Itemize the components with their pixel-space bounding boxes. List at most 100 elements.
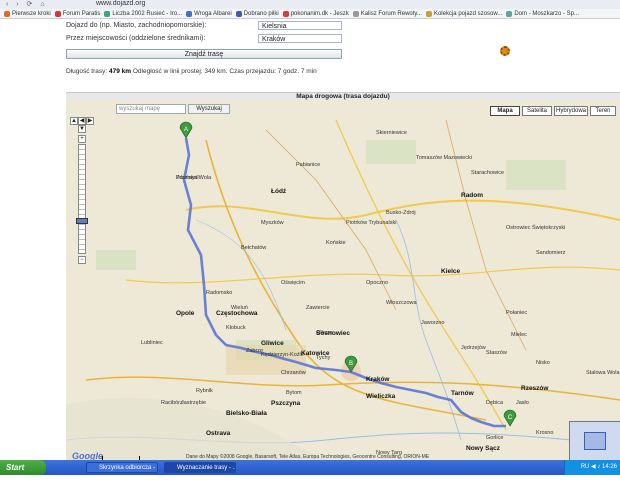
town-label: Przemyśl (176, 175, 199, 181)
town-label: Oświęcim (281, 280, 305, 286)
town-label: Jasło (516, 400, 529, 406)
gear-icon (500, 46, 510, 56)
start-button[interactable]: Start (0, 460, 46, 475)
city-label: Kielce (441, 268, 461, 275)
town-label: Zabrze (246, 348, 264, 354)
town-label: Stalowa Wola (586, 370, 620, 376)
via-field[interactable]: Kraków (258, 34, 342, 43)
zoom-slider[interactable] (78, 144, 86, 254)
town-label: Radomsko (206, 290, 233, 296)
town-label: Dębica (486, 400, 504, 406)
route-summary: Długość trasy: 479 km Odległość w linii … (66, 68, 317, 75)
town-label: Chrzanów (281, 370, 306, 376)
bookmark-icon (352, 10, 359, 17)
city-label: Tarnów (451, 390, 474, 397)
bookmark-item[interactable]: Pierwsze kroki (4, 9, 51, 18)
browser-nav-buttons[interactable]: ‹ › ⟳ ⌂ (6, 0, 48, 8)
minimap-viewport[interactable] (584, 432, 606, 450)
city-label: Rzeszów (521, 385, 549, 392)
bookmark-icon (186, 10, 193, 17)
town-label: Nisko (536, 360, 550, 366)
destination-field[interactable]: Kielsnia (258, 21, 342, 30)
town-label: Mielec (511, 332, 527, 338)
taskbar-item-route[interactable]: Wyznaczanie trasy - ... (164, 462, 236, 473)
town-label: Olkusz (316, 330, 333, 336)
town-label: Busko-Zdrój (386, 210, 416, 216)
bookmark-label: pokonanim.dk - Jeszk (290, 10, 349, 17)
map-type-3[interactable]: Teren (590, 106, 616, 116)
bookmark-item[interactable]: Forum Paratis (54, 9, 101, 18)
bookmark-icon (425, 10, 432, 17)
bookmark-item[interactable]: Kalisz Forum Rewoty... (352, 9, 422, 18)
bookmark-label: Pierwsze kroki (12, 10, 51, 17)
town-label: Połaniec (506, 310, 528, 316)
bookmark-label: Dobrano pilki (243, 10, 279, 17)
pan-up-icon[interactable]: ▲ (70, 117, 78, 125)
bookmark-label: Liczba 2002 Rusieć - Iro... (112, 10, 183, 17)
bookmark-label: Dom - Moszkarzo - Sp... (514, 10, 580, 17)
map-type-0[interactable]: Mapa (490, 106, 520, 116)
bookmark-icon (282, 10, 289, 17)
town-label: Kędzierzyn-Koźle (261, 352, 304, 358)
town-label: Lubliniec (141, 340, 163, 346)
bookmark-label: Forum Paratis (62, 10, 101, 17)
town-label: Kłobuck (226, 325, 246, 331)
town-label: Jastrzębie (181, 400, 207, 406)
bottom-padding (0, 475, 620, 495)
town-label: Zawiercie (306, 305, 330, 311)
find-route-button[interactable]: Znajdź trasę (66, 49, 342, 59)
map-type-1[interactable]: Satelita (522, 106, 552, 116)
town-label: Rybnik (196, 388, 213, 394)
city-label: Opole (176, 310, 195, 317)
town-label: Racibórz (161, 400, 183, 406)
town-label: Włoszczowa (386, 300, 417, 306)
svg-text:A: A (184, 127, 188, 133)
town-label: Jaworzno (421, 320, 445, 326)
map-search-input[interactable]: wyszukaj mapę (116, 104, 186, 114)
zoom-in-icon[interactable]: + (78, 135, 86, 143)
map-type-2[interactable]: Hybrydowa (554, 106, 588, 116)
pan-down-icon[interactable]: ▼ (78, 125, 86, 133)
bookmark-item[interactable]: Liczba 2002 Rusieć - Iro... (104, 9, 182, 18)
system-tray: RU ◀ ♪ 14:26 (564, 460, 620, 475)
bookmark-label: Wroga Albarei (194, 10, 232, 17)
bookmark-item[interactable]: Wroga Albarei (186, 9, 232, 18)
bookmark-label: Kolekcja pojazd szosow... (433, 10, 503, 17)
taskbar-item-mail[interactable]: Skrzynka odbiorcza - ... (86, 462, 158, 473)
city-label: Ostrava (206, 430, 231, 437)
town-label: Pabianice (296, 162, 321, 168)
summary-details: Odległość w linii prostej: 349 km. Czas … (132, 68, 317, 75)
map-search-button[interactable]: Wyszukaj (188, 104, 230, 114)
town-label: Jędrzejów (461, 345, 486, 351)
pan-right-icon[interactable]: ▶ (86, 117, 94, 125)
town-label: Opoczno (366, 280, 389, 286)
city-label: Kraków (366, 376, 390, 383)
town-label: Piotrków Trybunalski (346, 220, 397, 226)
bookmark-item[interactable]: pokonanim.dk - Jeszk (282, 9, 349, 18)
town-label: Myszków (261, 220, 284, 226)
pan-left-icon[interactable]: ◀ (78, 117, 86, 125)
zoom-out-icon[interactable]: − (78, 256, 86, 264)
bookmark-item[interactable]: Dom - Moszkarzo - Sp... (506, 9, 579, 18)
route-map[interactable]: A B C Łódź Radom Kielce Częstochowa Katowice… (66, 100, 620, 466)
bookmark-item[interactable]: Kolekcja pojazd szosow... (425, 9, 503, 18)
zoom-slider-thumb[interactable] (76, 218, 88, 224)
bookmarks-bar: Pierwsze kroki Forum Paratis Liczba 2002 R… (0, 9, 620, 19)
bookmark-icon (235, 10, 242, 17)
town-label: Bytom (286, 390, 302, 396)
via-label: Przez miejscowości (oddzielone średnikam… (66, 35, 206, 42)
town-label: Końskie (326, 240, 346, 246)
bookmark-label: Kalisz Forum Rewoty... (360, 10, 422, 17)
town-label: Bełchatów (241, 245, 267, 251)
city-label: Częstochowa (216, 310, 258, 317)
bookmark-item[interactable]: Dobrano pilki (235, 9, 279, 18)
town-label: Krosno (536, 430, 554, 436)
city-label: Gliwice (261, 340, 284, 347)
bookmark-icon (54, 10, 61, 17)
city-label: Pszczyna (271, 400, 301, 407)
town-label: Starachowice (471, 170, 505, 176)
page-content: Dojazd do (np. Miasto, zachodniopomorski… (0, 19, 620, 466)
address-bar[interactable]: www.dojazd.org (96, 0, 145, 7)
windows-taskbar: Start Skrzynka odbiorcza - ... Wyznaczan… (0, 460, 620, 475)
town-label: Gorlice (486, 435, 504, 441)
